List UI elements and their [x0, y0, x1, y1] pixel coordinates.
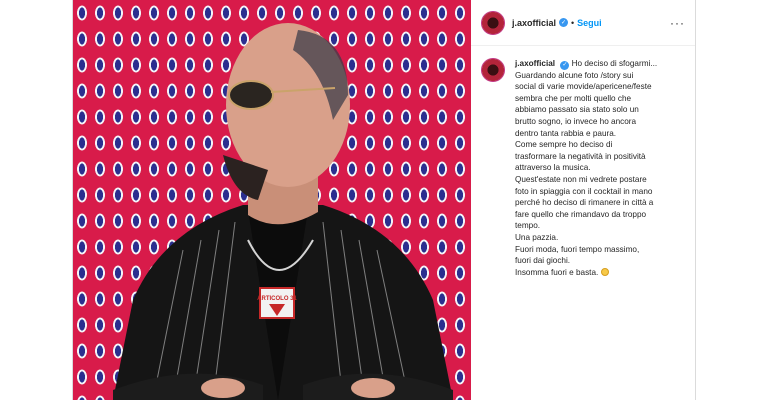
- caption-line: Ho deciso di sfogarmi...: [571, 59, 658, 68]
- instagram-post: ARTICOLO 31 j.axofficial ✓ • Segui ··· j…: [72, 0, 696, 400]
- caption-line: perché ho deciso di rimanere in città a: [515, 198, 654, 208]
- caption-text: j.axofficial ✓ Ho deciso di sfogarmi... …: [515, 58, 685, 278]
- grinning-face-emoji-icon: [600, 267, 609, 276]
- follow-button[interactable]: Segui: [577, 18, 602, 28]
- post-header: j.axofficial ✓ • Segui ···: [471, 0, 695, 46]
- caption-line: brutto sogno, io invece ho ancora: [515, 116, 637, 126]
- caption-line: Quest'estate non mi vedrete postare: [515, 174, 647, 184]
- caption-line: Come sempre ho deciso di: [515, 140, 613, 150]
- more-options-icon[interactable]: ···: [670, 16, 685, 30]
- caption-line: Insomma fuori e basta.: [515, 267, 599, 277]
- caption-line: tempo.: [515, 221, 541, 231]
- caption-line: social di varie movide/apericene/feste: [515, 82, 652, 92]
- caption-line: fare quello che rimandavo da troppo: [515, 209, 647, 219]
- pendant-text: ARTICOLO 31: [257, 296, 297, 302]
- hand-left: [201, 378, 245, 398]
- header-username[interactable]: j.axofficial: [512, 18, 556, 28]
- caption-avatar[interactable]: [481, 58, 505, 82]
- caption-line: Una pazzia.: [515, 232, 559, 242]
- caption-verified-badge-icon: ✓: [560, 60, 570, 70]
- caption-line: fuori dai giochi.: [515, 256, 571, 266]
- caption-line: trasformare la negatività in positività: [515, 151, 646, 161]
- caption-username[interactable]: j.axofficial: [515, 59, 555, 68]
- post-photo[interactable]: ARTICOLO 31: [73, 0, 471, 400]
- portrait-illustration: ARTICOLO 31: [113, 23, 453, 400]
- caption-line: foto in spiaggia con il cocktail in mano: [515, 186, 653, 196]
- post-side-panel: j.axofficial ✓ • Segui ··· j.axofficial …: [471, 0, 695, 400]
- caption-line: sembra che per molti quello che: [515, 93, 632, 103]
- caption-line: dentro tanta rabbia e paura.: [515, 128, 617, 138]
- caption-line: Fuori moda, fuori tempo massimo,: [515, 244, 640, 254]
- hand-right: [351, 378, 395, 398]
- caption: j.axofficial ✓ Ho deciso di sfogarmi... …: [471, 46, 695, 278]
- caption-line: Guardando alcune foto /story sui: [515, 70, 634, 80]
- avatar[interactable]: [481, 10, 505, 35]
- caption-line: abbiamo passato sia stato solo un: [515, 105, 639, 115]
- caption-line: attraverso la musica.: [515, 163, 591, 173]
- verified-badge-icon: ✓: [559, 18, 569, 27]
- separator-dot: •: [571, 17, 575, 28]
- glasses-lens: [228, 80, 274, 110]
